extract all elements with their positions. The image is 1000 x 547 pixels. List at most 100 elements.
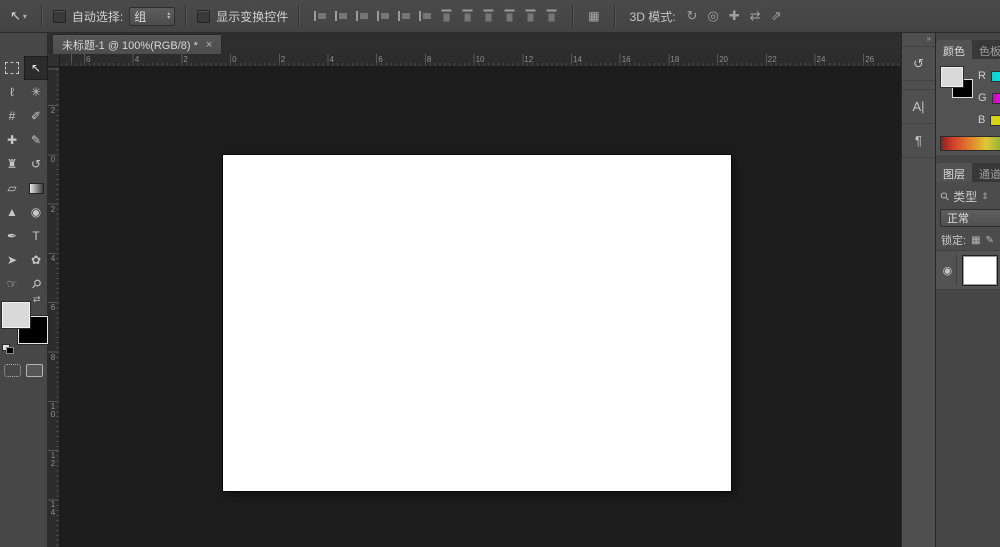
color-ramp[interactable]: [940, 136, 1000, 151]
blend-mode-dropdown[interactable]: 正常: [940, 209, 1000, 227]
v-ruler-label: 8: [49, 354, 57, 362]
lock-transparent-pixels-icon[interactable]: ▦: [971, 235, 980, 246]
auto-select-target-value: 组: [134, 8, 146, 25]
3d-roll-camera-icon[interactable]: ◎: [708, 8, 719, 24]
gradient-tool[interactable]: [24, 176, 48, 200]
channel-row-G: G: [978, 87, 1000, 109]
default-colors-icon[interactable]: [2, 344, 14, 354]
lock-image-pixels-icon[interactable]: ✎: [986, 235, 994, 246]
rectangular-marquee-tool[interactable]: [0, 56, 24, 80]
crop-tool[interactable]: #: [0, 104, 24, 128]
channel-slider-B[interactable]: [990, 115, 1000, 126]
brush-tool[interactable]: ✎: [24, 128, 48, 152]
h-ruler-label: 4: [135, 55, 139, 64]
paragraph-panel-icon[interactable]: ¶: [902, 124, 935, 158]
dodge-tool-icon: ◉: [31, 205, 41, 219]
h-ruler-label: 22: [768, 55, 777, 64]
align-left-edges-icon[interactable]: [441, 9, 453, 24]
dodge-tool[interactable]: ◉: [24, 200, 48, 224]
character-panel-icon[interactable]: A|: [902, 90, 935, 124]
history-brush-tool[interactable]: ↺: [24, 152, 48, 176]
expand-panels-icon[interactable]: »: [902, 33, 935, 46]
layers-tab-图层[interactable]: 图层: [936, 163, 972, 182]
spot-healing-brush-tool[interactable]: ✚: [0, 128, 24, 152]
layer-row[interactable]: ◉: [936, 250, 1000, 290]
align-top-edges-icon[interactable]: [313, 10, 328, 22]
document-tab[interactable]: 未标题-1 @ 100%(RGB/8) * ×: [52, 34, 222, 55]
path-selection-tool-icon: ➤: [7, 253, 17, 267]
distribute-left-edges-icon[interactable]: [504, 9, 516, 24]
canvas-region: 未标题-1 @ 100%(RGB/8) * × 6420246810121416…: [48, 33, 901, 547]
layer-filter-type-label[interactable]: 类型: [953, 188, 977, 205]
quick-selection-tool[interactable]: ✳: [24, 80, 48, 104]
layer-filter-row: ⚲ 类型 ⇕: [936, 186, 1000, 206]
layers-tab-通道[interactable]: 通道: [972, 163, 1000, 182]
pen-tool[interactable]: ✒: [0, 224, 24, 248]
type-tool[interactable]: T: [24, 224, 48, 248]
close-icon[interactable]: ×: [206, 39, 212, 51]
channel-slider-G[interactable]: [992, 93, 1000, 104]
show-transform-controls-label: 显示变换控件: [216, 8, 288, 25]
ruler-corner[interactable]: [48, 54, 60, 67]
blur-tool[interactable]: ▲: [0, 200, 24, 224]
align-vertical-centers-icon[interactable]: [334, 10, 349, 22]
eyedropper-tool[interactable]: ✐: [24, 104, 48, 128]
align-horizontal-centers-icon[interactable]: [462, 9, 474, 24]
3d-slide-camera-icon[interactable]: ⇄: [750, 8, 761, 24]
show-transform-controls-checkbox[interactable]: [197, 10, 210, 23]
distribute-horizontal-centers-icon[interactable]: [525, 9, 537, 24]
history-panel-icon[interactable]: ↺: [902, 46, 935, 81]
align-right-edges-icon[interactable]: [483, 9, 495, 24]
foreground-color-swatch[interactable]: [2, 302, 30, 328]
distribute-top-edges-icon[interactable]: [376, 10, 391, 22]
divider: [572, 5, 574, 27]
align-buttons-group: [310, 10, 562, 22]
screen-mode-button[interactable]: [26, 364, 43, 377]
zoom-tool[interactable]: ⚲: [24, 272, 48, 296]
align-bottom-edges-icon[interactable]: [355, 10, 370, 22]
document-tab-title: 未标题-1 @ 100%(RGB/8) *: [62, 37, 198, 53]
quick-mask-mode-button[interactable]: [4, 364, 21, 377]
color-tab-色板[interactable]: 色板: [972, 40, 1000, 59]
layers-panel: 图层通道路径 ⚲ 类型 ⇕ 正常 锁定: ▦ ✎ ◉: [936, 163, 1000, 290]
divider: [298, 5, 300, 27]
document-tab-bar: 未标题-1 @ 100%(RGB/8) * ×: [48, 33, 901, 55]
filter-spinner-icon[interactable]: ⇕: [981, 191, 989, 202]
eyedropper-tool-icon: ✐: [31, 109, 41, 123]
swap-colors-icon[interactable]: ⇄: [33, 294, 41, 305]
horizontal-ruler[interactable]: 64202468101214161820222426: [60, 54, 901, 67]
eraser-tool[interactable]: ▱: [0, 176, 24, 200]
vertical-ruler[interactable]: 20246810121416: [48, 67, 60, 547]
3d-pan-camera-icon[interactable]: ✚: [729, 8, 740, 24]
h-ruler-label: 6: [378, 55, 382, 64]
distribute-vertical-centers-icon[interactable]: [397, 10, 412, 22]
clone-stamp-tool[interactable]: ♜: [0, 152, 24, 176]
blur-tool-icon: ▲: [6, 205, 18, 219]
path-selection-tool[interactable]: ➤: [0, 248, 24, 272]
lasso-tool[interactable]: ℓ: [0, 80, 24, 104]
auto-select-target-dropdown[interactable]: 组 ▴▾: [129, 7, 175, 26]
hand-tool-icon: ☞: [7, 277, 18, 291]
distribute-bottom-edges-icon[interactable]: [418, 10, 433, 22]
auto-select-checkbox[interactable]: [53, 10, 66, 23]
color-panel-tabs: 颜色色板: [936, 40, 1000, 59]
channel-label-G: G: [978, 92, 987, 104]
distribute-right-edges-icon[interactable]: [546, 9, 558, 24]
lasso-tool-icon: ℓ: [10, 85, 14, 99]
layer-thumbnail[interactable]: [963, 256, 997, 285]
move-tool[interactable]: ↖: [24, 56, 48, 80]
v-ruler-label: 4: [49, 255, 57, 263]
3d-zoom-camera-icon[interactable]: ⇗: [771, 8, 782, 24]
layer-visibility-eye-icon[interactable]: ◉: [939, 255, 957, 285]
distribute-widths-icon[interactable]: ▦: [588, 9, 599, 23]
document-canvas[interactable]: [223, 155, 731, 491]
channel-label-B: B: [978, 114, 985, 126]
color-panel: RGB: [936, 59, 1000, 155]
channel-slider-R[interactable]: [991, 71, 1000, 82]
custom-shape-tool[interactable]: ✿: [24, 248, 48, 272]
tool-preset-picker[interactable]: ↖ ▾: [6, 6, 31, 26]
hand-tool[interactable]: ☞: [0, 272, 24, 296]
color-tab-颜色[interactable]: 颜色: [936, 40, 972, 59]
3d-rotate-camera-icon[interactable]: ↻: [687, 8, 698, 24]
panel-foreground-swatch[interactable]: [941, 67, 963, 87]
